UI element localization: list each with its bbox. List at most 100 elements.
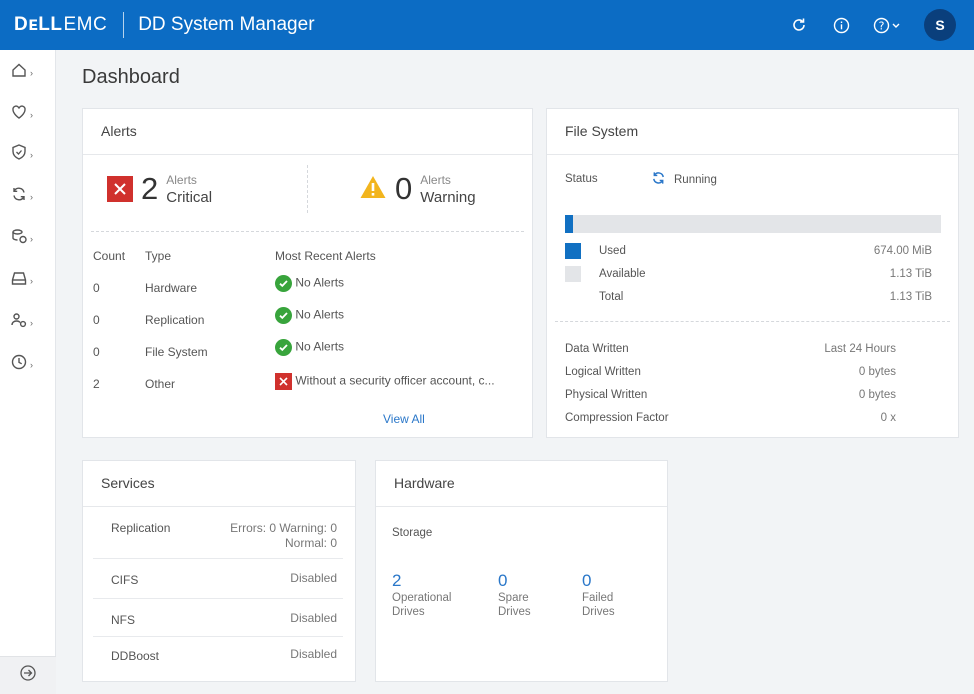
svg-text:?: ? bbox=[879, 19, 885, 32]
hardware-icon[interactable]: › bbox=[10, 266, 44, 290]
warning-label-top: Alerts bbox=[420, 173, 451, 187]
fs-stat-label: Physical Written bbox=[565, 389, 648, 401]
refresh-icon bbox=[651, 170, 666, 190]
hardware-title: Hardware bbox=[376, 461, 667, 507]
fs-divider bbox=[555, 321, 950, 322]
fs-stat-label: Data Written bbox=[565, 343, 629, 355]
row-replication-alert-text: No Alerts bbox=[295, 307, 345, 322]
alerts-divider bbox=[91, 231, 524, 232]
brand-logo: DᴇLL EMC bbox=[14, 14, 107, 36]
service-name: CIFS bbox=[111, 573, 139, 587]
sidebar-expand[interactable] bbox=[0, 656, 56, 694]
fs-usage-fill bbox=[565, 215, 573, 233]
available-value: 1.13 TiB bbox=[889, 268, 932, 280]
info-icon[interactable] bbox=[830, 14, 852, 36]
data-management-icon[interactable]: › bbox=[10, 224, 44, 248]
hardware-card: Hardware Storage 2 Operational Drives 0 … bbox=[375, 460, 668, 682]
service-status: Disabled bbox=[290, 611, 337, 625]
row-other-alert-text: Without a security officer account, c... bbox=[295, 373, 495, 388]
fs-stat-value: 0 x bbox=[880, 412, 896, 424]
service-row-replication[interactable]: Replication Errors: 0 Warning: 0 Normal:… bbox=[93, 517, 343, 559]
row-filesystem-count: 0 bbox=[93, 345, 100, 359]
critical-label-top: Alerts bbox=[166, 173, 197, 187]
drive-count: 0 bbox=[582, 571, 592, 590]
drive-label-line1: Failed bbox=[582, 592, 614, 604]
service-row-nfs[interactable]: NFS Disabled bbox=[93, 599, 343, 637]
replication-icon[interactable]: › bbox=[10, 182, 44, 206]
critical-alerts-summary[interactable]: 2 Alerts Critical bbox=[107, 171, 212, 207]
fs-stat-value: 0 bytes bbox=[858, 366, 896, 378]
available-label: Available bbox=[599, 268, 646, 280]
critical-label: Alerts Critical bbox=[166, 172, 212, 206]
service-name: DDBoost bbox=[111, 649, 160, 663]
brand-emc: EMC bbox=[63, 14, 108, 35]
alerts-title: Alerts bbox=[83, 109, 532, 155]
row-hardware-type: Hardware bbox=[145, 281, 198, 295]
col-most-recent: Most Recent Alerts bbox=[275, 249, 376, 263]
security-icon[interactable]: › bbox=[10, 140, 44, 164]
total-label: Total bbox=[599, 291, 624, 303]
drive-label-line2: Drives bbox=[498, 606, 531, 618]
total-value: 1.13 TiB bbox=[889, 291, 932, 303]
fs-status-label: Status bbox=[565, 173, 598, 185]
fs-stat-label: Compression Factor bbox=[565, 412, 669, 424]
arrow-right-circle-icon[interactable] bbox=[19, 664, 37, 687]
brand-dell: DᴇLL bbox=[14, 14, 63, 35]
fs-status-value: Running bbox=[674, 174, 717, 186]
warning-label-bottom: Warning bbox=[420, 189, 476, 206]
warning-label: Alerts Warning bbox=[420, 172, 475, 206]
avatar[interactable]: S bbox=[924, 9, 956, 41]
page-title: Dashboard bbox=[82, 66, 180, 88]
top-bar: DᴇLL EMC DD System Manager ? S bbox=[0, 0, 974, 50]
used-legend-swatch bbox=[565, 243, 581, 259]
file-system-card: File System Status Running Used 674.00 M… bbox=[546, 108, 959, 438]
available-legend-swatch bbox=[565, 266, 581, 282]
services-title: Services bbox=[83, 461, 355, 507]
service-name: Replication bbox=[111, 521, 171, 535]
row-hardware-alert[interactable]: No Alerts bbox=[275, 275, 344, 292]
spare-drives[interactable]: 0 Spare Drives bbox=[498, 571, 531, 619]
check-circle-icon bbox=[275, 307, 292, 324]
alerts-card: Alerts 2 Alerts Critical 0 Alerts Warnin… bbox=[82, 108, 533, 438]
service-row-cifs[interactable]: CIFS Disabled bbox=[93, 559, 343, 599]
header-divider bbox=[123, 12, 125, 38]
failed-drives[interactable]: 0 Failed Drives bbox=[582, 571, 615, 619]
fs-stat-value: 0 bytes bbox=[858, 389, 896, 401]
operational-drives[interactable]: 2 Operational Drives bbox=[392, 571, 451, 619]
row-replication-alert[interactable]: No Alerts bbox=[275, 307, 344, 324]
refresh-icon[interactable] bbox=[788, 14, 810, 36]
warning-alerts-summary[interactable]: 0 Alerts Warning bbox=[359, 171, 476, 207]
alerts-summary-divider bbox=[307, 165, 308, 213]
header-actions: ? S bbox=[768, 0, 956, 50]
row-filesystem-alert[interactable]: No Alerts bbox=[275, 339, 344, 356]
drive-label-line2: Drives bbox=[392, 606, 425, 618]
warning-triangle-icon bbox=[359, 174, 387, 205]
row-replication-type: Replication bbox=[145, 313, 205, 327]
service-name: NFS bbox=[111, 613, 135, 627]
service-status: Disabled bbox=[290, 647, 337, 661]
view-all-link[interactable]: View All bbox=[383, 412, 425, 426]
fs-usage-bar bbox=[565, 215, 941, 233]
help-icon[interactable]: ? bbox=[872, 14, 902, 36]
critical-x-icon bbox=[107, 176, 133, 202]
row-hardware-count: 0 bbox=[93, 281, 100, 295]
maintenance-icon[interactable]: › bbox=[10, 350, 44, 374]
administration-icon[interactable]: › bbox=[10, 308, 44, 332]
home-icon[interactable]: › bbox=[10, 58, 44, 82]
fs-stat-value: Last 24 Hours bbox=[824, 343, 896, 355]
col-count: Count bbox=[93, 249, 126, 263]
fs-status: Running bbox=[651, 170, 717, 190]
sidebar: › › › › › › › › bbox=[0, 50, 56, 694]
service-row-ddboost[interactable]: DDBoost Disabled bbox=[93, 637, 343, 673]
warning-count: 0 bbox=[395, 171, 413, 206]
error-x-icon bbox=[275, 373, 292, 390]
row-filesystem-alert-text: No Alerts bbox=[295, 339, 345, 354]
row-filesystem-type: File System bbox=[145, 345, 208, 359]
row-other-type: Other bbox=[145, 377, 176, 391]
row-other-alert[interactable]: Without a security officer account, c... bbox=[275, 373, 515, 390]
health-icon[interactable]: › bbox=[10, 100, 44, 124]
critical-count: 2 bbox=[141, 171, 159, 206]
row-hardware-alert-text: No Alerts bbox=[295, 275, 345, 290]
row-other-count: 2 bbox=[93, 377, 100, 391]
file-system-title: File System bbox=[547, 109, 958, 155]
